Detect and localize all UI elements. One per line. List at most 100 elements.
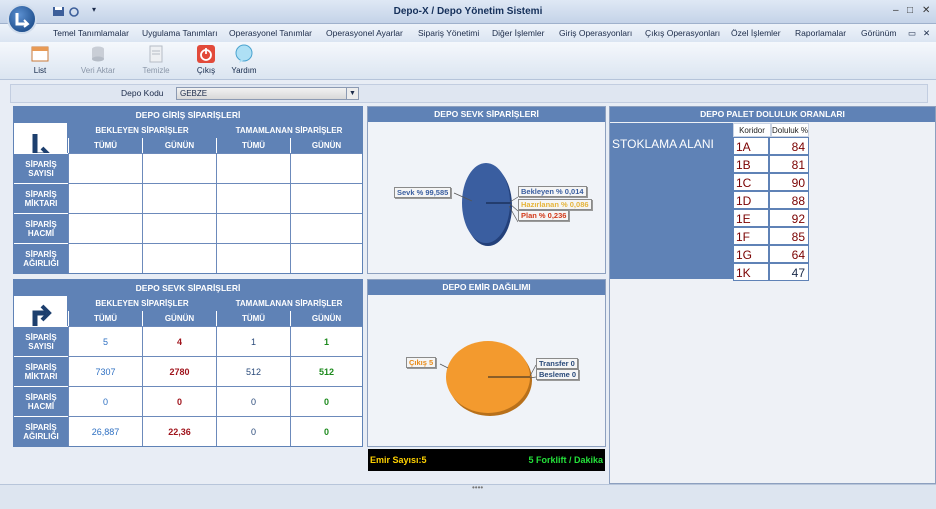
table-cell [216,213,290,243]
table-cell [290,213,362,243]
menu-operasyonel-ayarlar[interactable]: Operasyonel Ayarlar [326,28,403,38]
splitter-grip[interactable]: •••• [472,483,483,492]
giris-title: DEPO GİRİŞ SİPARİŞLERİ [14,107,362,123]
menu-uygulama[interactable]: Uygulama Tanımları [142,28,217,38]
pie-label-hazirlanan: Hazırlanan % 0,086 [518,199,592,210]
giris-gunun-header: GÜNÜN [290,138,362,153]
sevk-row-agirlik: SİPARİŞ AĞIRLIĞI [14,416,68,446]
koridor: 1C [733,173,769,191]
table-cell: 0 [142,386,216,416]
col-doluluk: Doluluk % [771,123,809,137]
koridor: 1E [733,209,769,227]
table-cell [290,183,362,213]
giris-tumu-header: TÜMÜ [68,138,142,153]
sevk-gunun-header: GÜNÜN [290,311,362,326]
pie-label-bekleyen: Bekleyen % 0,014 [518,186,587,197]
table-row: 1K 47 [733,263,809,281]
table-cell: 0 [290,416,362,446]
menu-siparis[interactable]: Sipariş Yönetimi [418,28,479,38]
table-row: 1F 85 [733,227,809,245]
menu-ozel[interactable]: Özel İşlemler [731,28,781,38]
restore-icon[interactable]: ▭ [908,28,916,39]
table-cell [68,243,142,273]
cikis-button[interactable]: Çıkış [186,44,226,78]
menu-temel[interactable]: Temel Tanımlamalar [53,28,129,38]
title-bar: ▾ Depo-X / Depo Yönetim Sistemi – □ ✕ [0,0,936,24]
table-cell [68,153,142,183]
table-cell [216,153,290,183]
table-row: 1B 81 [733,155,809,173]
giris-row-hacim: SİPARİŞ HACMİ [14,213,68,243]
table-cell [142,213,216,243]
doluluk: 90 [769,173,809,191]
giris-row-agirlik: SİPARİŞ AĞIRLIĞI [14,243,68,273]
depo-kodu-select[interactable]: GEBZE ▼ [176,87,359,100]
table-row: 1G 64 [733,245,809,263]
giris-bekleyen-header: BEKLEYEN SİPARİŞLER [68,123,216,138]
stoklama-alani: STOKLAMA ALANI [610,123,733,279]
temizle-button[interactable]: Temizle [136,44,176,78]
doluluk: 88 [769,191,809,209]
status-bar [0,484,936,509]
list-icon [31,46,49,62]
app-logo[interactable] [7,4,37,34]
maximize-icon[interactable]: □ [907,5,913,16]
table-cell: 5 [68,326,142,356]
list-button[interactable]: List [20,44,60,78]
doluluk: 84 [769,137,809,155]
table-cell: 2780 [142,356,216,386]
menu-raporlamalar[interactable]: Raporlamalar [795,28,846,38]
sevk-chart-title: DEPO SEVK SİPARİŞLERİ [368,107,605,122]
doluluk: 85 [769,227,809,245]
table-row: 1A 84 [733,137,809,155]
table-cell [216,243,290,273]
help-bubble-icon [235,44,253,63]
table-cell: 1 [290,326,362,356]
minimize-icon[interactable]: – [893,5,899,16]
table-cell: 512 [216,356,290,386]
table-cell: 1 [216,326,290,356]
yardim-button[interactable]: Yardım [224,44,264,78]
doluluk: 47 [769,263,809,281]
window-title: Depo-X / Depo Yönetim Sistemi [393,6,543,17]
menu-diger[interactable]: Diğer İşlemler [492,28,544,38]
document-icon [149,45,163,63]
pie-label-besleme: Besleme 0 [536,369,580,380]
giris-tamamlanan-header: TAMAMLANAN SİPARİŞLER [216,123,362,138]
menu-cikis[interactable]: Çıkış Operasyonları [645,28,720,38]
power-icon [197,45,215,63]
table-cell: 0 [216,386,290,416]
forklift-rate: 5 Forklift / Dakika [528,455,603,465]
table-cell: 4 [142,326,216,356]
sevk-chart-panel: DEPO SEVK SİPARİŞLERİ Sevk % 99,585 Bekl… [367,106,606,274]
emir-chart-panel: DEPO EMİR DAĞILIMI Çıkış 5 Transfer 0 Be… [367,279,606,447]
table-cell: 0 [290,386,362,416]
table-cell [68,183,142,213]
menu-operasyonel-tanimlar[interactable]: Operasyonel Tanımlar [229,28,312,38]
menu-gorunum[interactable]: Görünüm [861,28,896,38]
pie-label-sevk: Sevk % 99,585 [394,187,452,198]
sevk-tumu-header: TÜMÜ [216,311,290,326]
veri-aktar-button[interactable]: Veri Aktar [78,44,118,78]
sevk-gunun-header: GÜNÜN [142,311,216,326]
doluluk: 81 [769,155,809,173]
mdi-close-icon[interactable]: ✕ [923,28,930,39]
sevk-title: DEPO SEVK SİPARİŞLERİ [14,280,362,296]
emir-sayisi: Emir Sayısı:5 [370,455,427,465]
giris-row-sayi: SİPARİŞ SAYISI [14,153,68,183]
menu-giris[interactable]: Giriş Operasyonları [559,28,632,38]
emir-chart-title: DEPO EMİR DAĞILIMI [368,280,605,295]
table-cell: 22,36 [142,416,216,446]
table-row: 1D 88 [733,191,809,209]
table-cell [142,153,216,183]
pie-label-cikis: Çıkış 5 [406,357,437,368]
palet-table-header: Koridor Doluluk % [733,123,809,137]
giris-panel: DEPO GİRİŞ SİPARİŞLERİ BEKLEYEN SİPARİŞL… [13,106,363,274]
chevron-down-icon[interactable]: ▼ [346,88,358,99]
table-cell [68,213,142,243]
table-row: 1E 92 [733,209,809,227]
table-row: 1C 90 [733,173,809,191]
table-cell: 26,887 [68,416,142,446]
database-icon [92,46,104,62]
close-icon[interactable]: ✕ [922,5,930,16]
